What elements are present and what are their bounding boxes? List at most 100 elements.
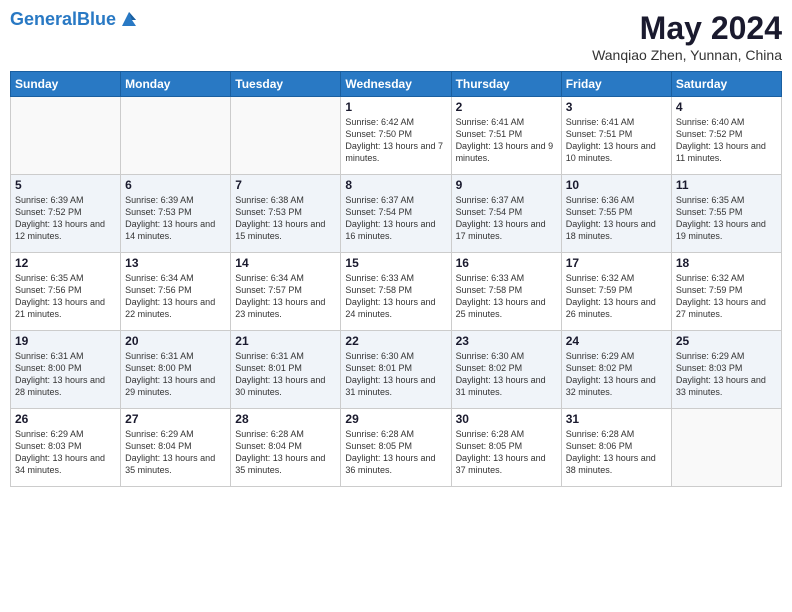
col-thursday: Thursday <box>451 72 561 97</box>
calendar-cell: 12Sunrise: 6:35 AM Sunset: 7:56 PM Dayli… <box>11 253 121 331</box>
day-number: 5 <box>15 178 116 192</box>
col-sunday: Sunday <box>11 72 121 97</box>
day-number: 25 <box>676 334 777 348</box>
day-info: Sunrise: 6:41 AM Sunset: 7:51 PM Dayligh… <box>456 116 557 165</box>
calendar-week-2: 12Sunrise: 6:35 AM Sunset: 7:56 PM Dayli… <box>11 253 782 331</box>
day-info: Sunrise: 6:28 AM Sunset: 8:06 PM Dayligh… <box>566 428 667 477</box>
day-info: Sunrise: 6:34 AM Sunset: 7:57 PM Dayligh… <box>235 272 336 321</box>
logo-icon <box>118 8 140 30</box>
calendar-cell: 31 Sunrise: 6:28 AM Sunset: 8:06 PM Dayli… <box>561 409 671 487</box>
day-info: Sunrise: 6:33 AM Sunset: 7:58 PM Dayligh… <box>345 272 446 321</box>
calendar-cell: 24 Sunrise: 6:29 AM Sunset: 8:02 PM Dayli… <box>561 331 671 409</box>
day-number: 15 <box>345 256 446 270</box>
day-info: Sunrise: 6:40 AM Sunset: 7:52 PM Dayligh… <box>676 116 777 165</box>
day-info: Sunrise: 6:39 AM Sunset: 7:52 PM Dayligh… <box>15 194 116 243</box>
calendar-cell <box>11 97 121 175</box>
day-number: 20 <box>125 334 226 348</box>
day-number: 13 <box>125 256 226 270</box>
day-number: 14 <box>235 256 336 270</box>
logo-general: General <box>10 9 77 29</box>
day-info: Sunrise: 6:29 AM Sunset: 8:04 PM Dayligh… <box>125 428 226 477</box>
calendar-cell: 1 Sunrise: 6:42 AM Sunset: 7:50 PM Daylig… <box>341 97 451 175</box>
day-info: Sunrise: 6:28 AM Sunset: 8:05 PM Dayligh… <box>456 428 557 477</box>
logo-blue: Blue <box>77 9 116 29</box>
calendar-table: Sunday Monday Tuesday Wednesday Thursday… <box>10 71 782 487</box>
calendar-cell: 25 Sunrise: 6:29 AM Sunset: 8:03 PM Dayli… <box>671 331 781 409</box>
col-friday: Friday <box>561 72 671 97</box>
day-info: Sunrise: 6:37 AM Sunset: 7:54 PM Dayligh… <box>456 194 557 243</box>
day-number: 24 <box>566 334 667 348</box>
col-tuesday: Tuesday <box>231 72 341 97</box>
calendar-week-3: 19Sunrise: 6:31 AM Sunset: 8:00 PM Dayli… <box>11 331 782 409</box>
calendar-cell: 30Sunrise: 6:28 AM Sunset: 8:05 PM Dayli… <box>451 409 561 487</box>
day-number: 21 <box>235 334 336 348</box>
day-info: Sunrise: 6:41 AM Sunset: 7:51 PM Dayligh… <box>566 116 667 165</box>
day-number: 10 <box>566 178 667 192</box>
day-number: 7 <box>235 178 336 192</box>
day-number: 8 <box>345 178 446 192</box>
day-number: 22 <box>345 334 446 348</box>
day-info: Sunrise: 6:29 AM Sunset: 8:03 PM Dayligh… <box>676 350 777 399</box>
calendar-cell: 20 Sunrise: 6:31 AM Sunset: 8:00 PM Dayli… <box>121 331 231 409</box>
day-number: 2 <box>456 100 557 114</box>
day-number: 31 <box>566 412 667 426</box>
day-info: Sunrise: 6:29 AM Sunset: 8:02 PM Dayligh… <box>566 350 667 399</box>
day-number: 3 <box>566 100 667 114</box>
day-number: 16 <box>456 256 557 270</box>
day-info: Sunrise: 6:32 AM Sunset: 7:59 PM Dayligh… <box>566 272 667 321</box>
calendar-cell: 23Sunrise: 6:30 AM Sunset: 8:02 PM Dayli… <box>451 331 561 409</box>
logo: GeneralBlue <box>10 10 140 30</box>
calendar-cell: 17 Sunrise: 6:32 AM Sunset: 7:59 PM Dayli… <box>561 253 671 331</box>
calendar-week-0: 1 Sunrise: 6:42 AM Sunset: 7:50 PM Daylig… <box>11 97 782 175</box>
day-number: 1 <box>345 100 446 114</box>
calendar-cell: 14 Sunrise: 6:34 AM Sunset: 7:57 PM Dayli… <box>231 253 341 331</box>
col-wednesday: Wednesday <box>341 72 451 97</box>
day-number: 29 <box>345 412 446 426</box>
calendar-cell: 5 Sunrise: 6:39 AM Sunset: 7:52 PM Daylig… <box>11 175 121 253</box>
day-info: Sunrise: 6:28 AM Sunset: 8:05 PM Dayligh… <box>345 428 446 477</box>
calendar-cell: 21Sunrise: 6:31 AM Sunset: 8:01 PM Dayli… <box>231 331 341 409</box>
calendar-cell: 3 Sunrise: 6:41 AM Sunset: 7:51 PM Daylig… <box>561 97 671 175</box>
day-number: 11 <box>676 178 777 192</box>
header-row: Sunday Monday Tuesday Wednesday Thursday… <box>11 72 782 97</box>
day-info: Sunrise: 6:30 AM Sunset: 8:01 PM Dayligh… <box>345 350 446 399</box>
calendar-cell: 2 Sunrise: 6:41 AM Sunset: 7:51 PM Daylig… <box>451 97 561 175</box>
day-info: Sunrise: 6:29 AM Sunset: 8:03 PM Dayligh… <box>15 428 116 477</box>
calendar-cell <box>121 97 231 175</box>
calendar-body: 1 Sunrise: 6:42 AM Sunset: 7:50 PM Daylig… <box>11 97 782 487</box>
calendar-cell: 18Sunrise: 6:32 AM Sunset: 7:59 PM Dayli… <box>671 253 781 331</box>
header: GeneralBlue May 2024 Wanqiao Zhen, Yunna… <box>10 10 782 63</box>
calendar-cell: 16 Sunrise: 6:33 AM Sunset: 7:58 PM Dayli… <box>451 253 561 331</box>
day-info: Sunrise: 6:39 AM Sunset: 7:53 PM Dayligh… <box>125 194 226 243</box>
title-block: May 2024 Wanqiao Zhen, Yunnan, China <box>592 10 782 63</box>
calendar-cell: 26Sunrise: 6:29 AM Sunset: 8:03 PM Dayli… <box>11 409 121 487</box>
day-info: Sunrise: 6:33 AM Sunset: 7:58 PM Dayligh… <box>456 272 557 321</box>
day-info: Sunrise: 6:35 AM Sunset: 7:55 PM Dayligh… <box>676 194 777 243</box>
calendar-week-4: 26Sunrise: 6:29 AM Sunset: 8:03 PM Dayli… <box>11 409 782 487</box>
calendar-week-1: 5 Sunrise: 6:39 AM Sunset: 7:52 PM Daylig… <box>11 175 782 253</box>
day-number: 9 <box>456 178 557 192</box>
calendar-cell: 7Sunrise: 6:38 AM Sunset: 7:53 PM Daylig… <box>231 175 341 253</box>
calendar-cell: 4Sunrise: 6:40 AM Sunset: 7:52 PM Daylig… <box>671 97 781 175</box>
calendar-cell: 11 Sunrise: 6:35 AM Sunset: 7:55 PM Dayli… <box>671 175 781 253</box>
calendar-cell: 27Sunrise: 6:29 AM Sunset: 8:04 PM Dayli… <box>121 409 231 487</box>
day-info: Sunrise: 6:35 AM Sunset: 7:56 PM Dayligh… <box>15 272 116 321</box>
page: GeneralBlue May 2024 Wanqiao Zhen, Yunna… <box>0 0 792 612</box>
day-info: Sunrise: 6:31 AM Sunset: 8:00 PM Dayligh… <box>15 350 116 399</box>
day-number: 17 <box>566 256 667 270</box>
day-number: 28 <box>235 412 336 426</box>
calendar-cell: 10 Sunrise: 6:36 AM Sunset: 7:55 PM Dayli… <box>561 175 671 253</box>
calendar-cell: 13 Sunrise: 6:34 AM Sunset: 7:56 PM Dayli… <box>121 253 231 331</box>
subtitle: Wanqiao Zhen, Yunnan, China <box>592 47 782 63</box>
main-title: May 2024 <box>592 10 782 47</box>
day-info: Sunrise: 6:42 AM Sunset: 7:50 PM Dayligh… <box>345 116 446 165</box>
day-info: Sunrise: 6:28 AM Sunset: 8:04 PM Dayligh… <box>235 428 336 477</box>
day-info: Sunrise: 6:31 AM Sunset: 8:00 PM Dayligh… <box>125 350 226 399</box>
day-info: Sunrise: 6:36 AM Sunset: 7:55 PM Dayligh… <box>566 194 667 243</box>
calendar-cell: 22 Sunrise: 6:30 AM Sunset: 8:01 PM Dayli… <box>341 331 451 409</box>
day-info: Sunrise: 6:34 AM Sunset: 7:56 PM Dayligh… <box>125 272 226 321</box>
col-saturday: Saturday <box>671 72 781 97</box>
calendar-cell: 8Sunrise: 6:37 AM Sunset: 7:54 PM Daylig… <box>341 175 451 253</box>
day-info: Sunrise: 6:32 AM Sunset: 7:59 PM Dayligh… <box>676 272 777 321</box>
calendar-cell <box>231 97 341 175</box>
